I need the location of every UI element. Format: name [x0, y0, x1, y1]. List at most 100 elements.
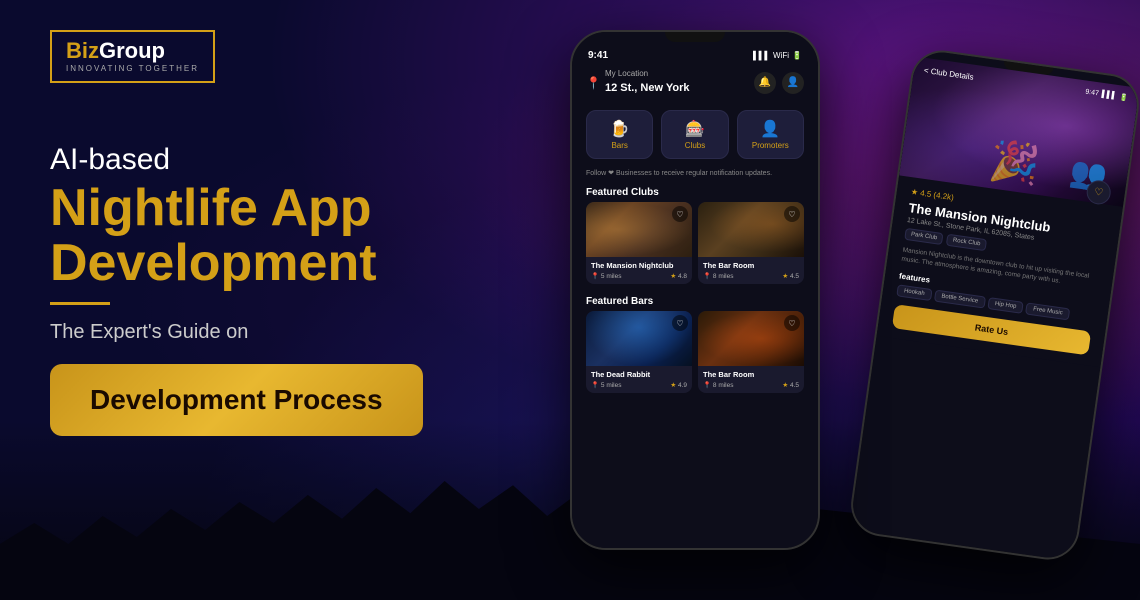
back-button[interactable]: < Club Details — [923, 66, 974, 82]
club-card-info-2: The Bar Room 📍 8 miles ★ 4.5 — [698, 257, 804, 284]
follow-text: Follow ❤ Businesses to receive regular n… — [572, 165, 818, 181]
bar-rating-2: ★ 4.5 — [782, 381, 799, 389]
signal-icon: ▌▌▌ — [753, 51, 770, 60]
bar-card-barroom-img: ♡ — [698, 311, 804, 366]
phone-secondary: < Club Details 9:47 ▌▌▌ 🔋 🎉 ♡ ★ 4.5 (4.2… — [847, 46, 1140, 563]
phone2-signal: ▌▌▌ — [1101, 91, 1117, 101]
phone2-screen: < Club Details 9:47 ▌▌▌ 🔋 🎉 ♡ ★ 4.5 (4.2… — [849, 49, 1140, 562]
club-detail-body: ★ 4.5 (4.2k) The Mansion Nightclub 12 La… — [877, 175, 1123, 367]
club-card-barroom-img: ♡ — [698, 202, 804, 257]
bar-meta: 📍 5 miles ★ 4.9 — [591, 381, 687, 389]
featured-clubs-title: Featured Clubs — [572, 181, 818, 202]
favorite-icon[interactable]: ♡ — [672, 206, 688, 222]
bar-card-deadrabbit-img: ♡ — [586, 311, 692, 366]
phone2-status: 9:47 ▌▌▌ 🔋 — [1085, 89, 1129, 103]
avatar-icon: 👤 — [782, 72, 804, 94]
tag-park-club: Park Club — [904, 228, 944, 245]
club-distance: 📍 5 miles — [591, 272, 622, 280]
club-meta-2: 📍 8 miles ★ 4.5 — [703, 272, 799, 280]
clubs-icon: 🎰 — [666, 119, 723, 139]
featured-bars-grid: ♡ The Dead Rabbit 📍 5 miles ★ 4.9 ♡ — [572, 311, 818, 399]
club-rating-2: ★ 4.5 — [782, 272, 799, 280]
club-meta: 📍 5 miles ★ 4.8 — [591, 272, 687, 280]
favorite-icon-3[interactable]: ♡ — [672, 315, 688, 331]
category-promoters[interactable]: 👤 Promoters — [737, 110, 804, 159]
bar-meta-2: 📍 8 miles ★ 4.5 — [703, 381, 799, 389]
phone2-battery: 🔋 — [1119, 93, 1129, 102]
club-card-mansion-img: ♡ — [586, 202, 692, 257]
bar-distance-2: 📍 8 miles — [703, 381, 734, 389]
bar-card-info: The Dead Rabbit 📍 5 miles ★ 4.9 — [586, 366, 692, 393]
logo-tagline: INNOVATING TOGETHER — [66, 64, 199, 73]
logo-text: BizGroup — [66, 40, 165, 62]
location-text: My Location 12 St., New York — [605, 69, 690, 96]
favorite-icon-4[interactable]: ♡ — [784, 315, 800, 331]
bar-name: The Dead Rabbit — [591, 370, 687, 379]
feature-free-music: Free Music — [1025, 303, 1070, 321]
left-panel: BizGroup INNOVATING TOGETHER AI-based Ni… — [0, 0, 570, 600]
prefix-text: AI-based — [50, 143, 520, 177]
rating-stars: ★ — [910, 187, 918, 197]
logo-box: BizGroup INNOVATING TOGETHER — [50, 30, 215, 83]
bar-card-barroom[interactable]: ♡ The Bar Room 📍 8 miles ★ 4.5 — [698, 311, 804, 393]
bar-distance: 📍 5 miles — [591, 381, 622, 389]
location-value: 12 St., New York — [605, 82, 690, 94]
featured-bars-title: Featured Bars — [572, 290, 818, 311]
bar-card-deadrabbit[interactable]: ♡ The Dead Rabbit 📍 5 miles ★ 4.9 — [586, 311, 692, 393]
club-crowd-image: 🎉 — [987, 136, 1043, 189]
club-card-mansion[interactable]: ♡ The Mansion Nightclub 📍 5 miles ★ 4.8 — [586, 202, 692, 284]
cta-button[interactable]: Development Process — [50, 364, 423, 436]
main-title-line2: Development — [50, 234, 377, 292]
feature-bottle-service: Bottle Service — [934, 290, 986, 309]
bar-card-info-2: The Bar Room 📍 8 miles ★ 4.5 — [698, 366, 804, 393]
promoters-icon: 👤 — [742, 119, 799, 139]
notification-icon: 🔔 — [754, 72, 776, 94]
logo-area: BizGroup INNOVATING TOGETHER — [50, 30, 520, 83]
battery-icon: 🔋 — [792, 51, 802, 60]
gold-divider — [50, 302, 110, 305]
status-time: 9:41 — [588, 50, 608, 61]
logo-biz: Biz — [66, 38, 99, 63]
bars-icon: 🍺 — [591, 119, 648, 139]
tag-rock-club: Rock Club — [946, 234, 987, 251]
feature-hip-hop: Hip Hop — [987, 297, 1024, 314]
club-name: The Mansion Nightclub — [591, 261, 687, 270]
club-card-info: The Mansion Nightclub 📍 5 miles ★ 4.8 — [586, 257, 692, 284]
main-title: Nightlife App Development — [50, 181, 520, 290]
logo-group: Group — [99, 38, 165, 63]
clubs-label: Clubs — [685, 141, 705, 150]
phone2-time: 9:47 — [1085, 89, 1100, 99]
header-action-icons: 🔔 👤 — [754, 72, 804, 94]
category-grid: 🍺 Bars 🎰 Clubs 👤 Promoters — [572, 104, 818, 165]
promoters-label: Promoters — [752, 141, 789, 150]
main-title-line1: Nightlife App — [50, 179, 372, 237]
location-pin-icon: 📍 — [586, 76, 601, 90]
phone-main: 9:41 ▌▌▌ WiFi 🔋 📍 My Location 12 St., Ne… — [570, 30, 820, 550]
bars-label: Bars — [611, 141, 627, 150]
location-info: 📍 My Location 12 St., New York — [586, 69, 690, 96]
club-card-barroom[interactable]: ♡ The Bar Room 📍 8 miles ★ 4.5 — [698, 202, 804, 284]
bar-rating: ★ 4.9 — [670, 381, 687, 389]
category-bars[interactable]: 🍺 Bars — [586, 110, 653, 159]
phones-area: 9:41 ▌▌▌ WiFi 🔋 📍 My Location 12 St., Ne… — [520, 0, 1140, 600]
featured-clubs-grid: ♡ The Mansion Nightclub 📍 5 miles ★ 4.8 … — [572, 202, 818, 290]
back-label: < Club Details — [923, 66, 974, 82]
feature-hookah: Hookah — [896, 284, 932, 301]
wifi-icon: WiFi — [773, 51, 789, 60]
club-distance-2: 📍 8 miles — [703, 272, 734, 280]
rating-value: 4.5 (4.2k) — [920, 189, 955, 203]
cta-label: Development Process — [90, 384, 383, 415]
club-name-2: The Bar Room — [703, 261, 799, 270]
bar-name-2: The Bar Room — [703, 370, 799, 379]
status-bar: 9:41 ▌▌▌ WiFi 🔋 — [572, 42, 818, 65]
location-label: My Location — [605, 69, 690, 78]
phone-main-screen: 9:41 ▌▌▌ WiFi 🔋 📍 My Location 12 St., Ne… — [572, 32, 818, 548]
favorite-icon-2[interactable]: ♡ — [784, 206, 800, 222]
subtitle-text: The Expert's Guide on — [50, 321, 520, 344]
location-bar: 📍 My Location 12 St., New York 🔔 👤 — [572, 65, 818, 104]
heading-area: AI-based Nightlife App Development The E… — [50, 143, 520, 436]
phone-notch — [665, 32, 725, 42]
status-icons: ▌▌▌ WiFi 🔋 — [753, 51, 802, 60]
category-clubs[interactable]: 🎰 Clubs — [661, 110, 728, 159]
club-rating: ★ 4.8 — [670, 272, 687, 280]
